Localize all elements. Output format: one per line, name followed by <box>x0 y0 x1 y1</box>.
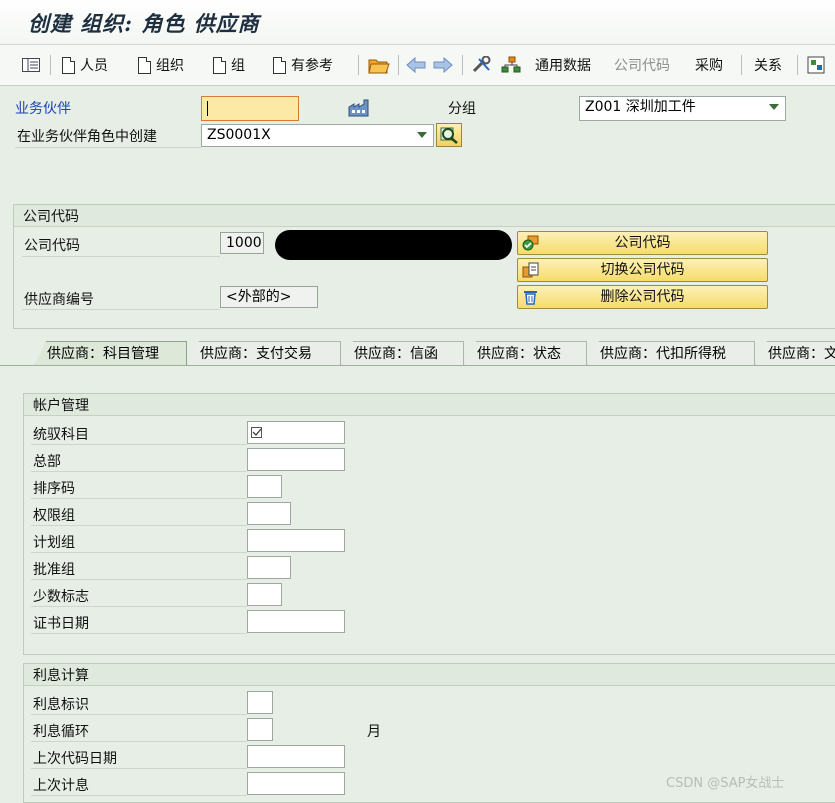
planning-group-input[interactable] <box>247 529 345 552</box>
chevron-down-icon <box>417 132 427 138</box>
window-title: 创建 组织: 角色 供应商 <box>28 11 260 36</box>
relations-button[interactable]: 关系 <box>754 55 782 75</box>
new-document-icon <box>62 56 75 74</box>
redacted-block <box>275 230 512 260</box>
company-code-label: 公司代码 <box>24 238 80 254</box>
new-document-icon <box>138 56 151 74</box>
group-button[interactable]: 组 <box>213 55 245 75</box>
tab-correspondence[interactable]: 供应商：信函 <box>341 341 464 366</box>
organization-button[interactable]: 组织 <box>138 55 184 75</box>
tools-icon[interactable] <box>471 55 493 75</box>
interest-cycle-unit: 月 <box>367 724 381 740</box>
role-select[interactable]: ZS0001X <box>201 124 434 147</box>
delete-company-code-button[interactable]: 删除公司代码 <box>517 285 768 309</box>
tab-strip: 供应商：科目管理 供应商：支付交易 供应商：信函 供应商：状态 供应商：代扣所得… <box>0 341 835 366</box>
factory-icon[interactable] <box>348 99 370 121</box>
authorization-group-label: 权限组 <box>33 508 75 524</box>
previous-arrow-icon[interactable] <box>406 55 426 75</box>
head-office-label: 总部 <box>33 454 61 470</box>
switch-company-code-button[interactable]: 切换公司代码 <box>517 258 768 282</box>
new-document-icon <box>273 56 286 74</box>
section-title: 公司代码 <box>23 209 79 225</box>
company-code-button-disabled[interactable]: 公司代码 <box>614 55 670 75</box>
business-partner-label: 业务伙伴 <box>15 101 71 117</box>
switch-view-icon[interactable] <box>22 55 40 75</box>
role-search-button[interactable] <box>436 123 462 147</box>
tab-account-management[interactable]: 供应商：科目管理 <box>34 341 187 366</box>
release-group-label: 批准组 <box>33 562 75 578</box>
next-arrow-icon[interactable] <box>433 55 453 75</box>
last-key-date-label: 上次代码日期 <box>33 751 117 767</box>
release-group-input[interactable] <box>247 556 291 579</box>
create-in-role-label: 在业务伙伴角色中创建 <box>17 129 157 145</box>
minority-indicator-input[interactable] <box>247 583 282 606</box>
general-data-button[interactable]: 通用数据 <box>535 55 591 75</box>
chevron-down-icon <box>769 104 779 110</box>
grouping-select[interactable]: Z001 深圳加工件 <box>579 96 786 121</box>
tab-withholding-tax[interactable]: 供应商：代扣所得税 <box>587 341 755 366</box>
required-check-icon <box>251 427 262 438</box>
vendor-number-label: 供应商编号 <box>24 292 94 308</box>
text-cursor <box>207 101 208 116</box>
grouping-label: 分组 <box>448 101 476 117</box>
check-icon <box>522 235 539 251</box>
with-reference-button[interactable]: 有参考 <box>273 55 333 75</box>
planning-group-label: 计划组 <box>33 535 75 551</box>
switch-icon <box>522 262 539 278</box>
company-code-value[interactable]: 1000 <box>220 232 264 254</box>
sort-key-input[interactable] <box>247 475 282 498</box>
last-key-date-input[interactable] <box>247 745 345 768</box>
open-folder-icon[interactable] <box>368 55 390 75</box>
interest-cycle-label: 利息循环 <box>33 724 89 740</box>
section-title: 帐户管理 <box>33 398 89 414</box>
sort-key-label: 排序码 <box>33 481 75 497</box>
certificate-date-input[interactable] <box>247 610 345 633</box>
section-title: 利息计算 <box>33 668 89 684</box>
watermark: CSDN @SAP女战士 <box>666 776 785 791</box>
tab-payment-transactions[interactable]: 供应商：支付交易 <box>187 341 341 366</box>
title-bar: 创建 组织: 角色 供应商 <box>0 0 835 45</box>
authorization-group-input[interactable] <box>247 502 291 525</box>
magnifier-icon <box>440 127 458 144</box>
purchasing-button[interactable]: 采购 <box>695 55 723 75</box>
extra-toolbar-icon[interactable] <box>807 55 827 75</box>
trash-icon <box>524 291 537 305</box>
tab-more[interactable]: 供应商：文 <box>755 341 835 366</box>
interest-indicator-label: 利息标识 <box>33 697 89 713</box>
person-button[interactable]: 人员 <box>62 55 108 75</box>
interest-cycle-input[interactable] <box>247 718 273 741</box>
recon-account-label: 统驭科目 <box>33 427 89 443</box>
account-management-section: 帐户管理 <box>23 393 835 655</box>
minority-indicator-label: 少数标志 <box>33 589 89 605</box>
certificate-date-label: 证书日期 <box>33 616 89 632</box>
company-code-button[interactable]: 公司代码 <box>517 231 768 255</box>
last-interest-run-label: 上次计息 <box>33 778 89 794</box>
interest-indicator-input[interactable] <box>247 691 273 714</box>
business-partner-input[interactable] <box>201 96 299 121</box>
vendor-number-value[interactable]: <外部的> <box>220 286 318 308</box>
last-interest-run-input[interactable] <box>247 772 345 795</box>
tab-status[interactable]: 供应商：状态 <box>464 341 587 366</box>
hierarchy-icon[interactable] <box>500 55 522 75</box>
application-toolbar: 人员 组织 组 有参考 通用数据 公司代码 采购 关系 <box>0 45 835 86</box>
new-document-icon <box>213 56 226 74</box>
head-office-input[interactable] <box>247 448 345 471</box>
recon-account-input[interactable] <box>247 421 345 444</box>
